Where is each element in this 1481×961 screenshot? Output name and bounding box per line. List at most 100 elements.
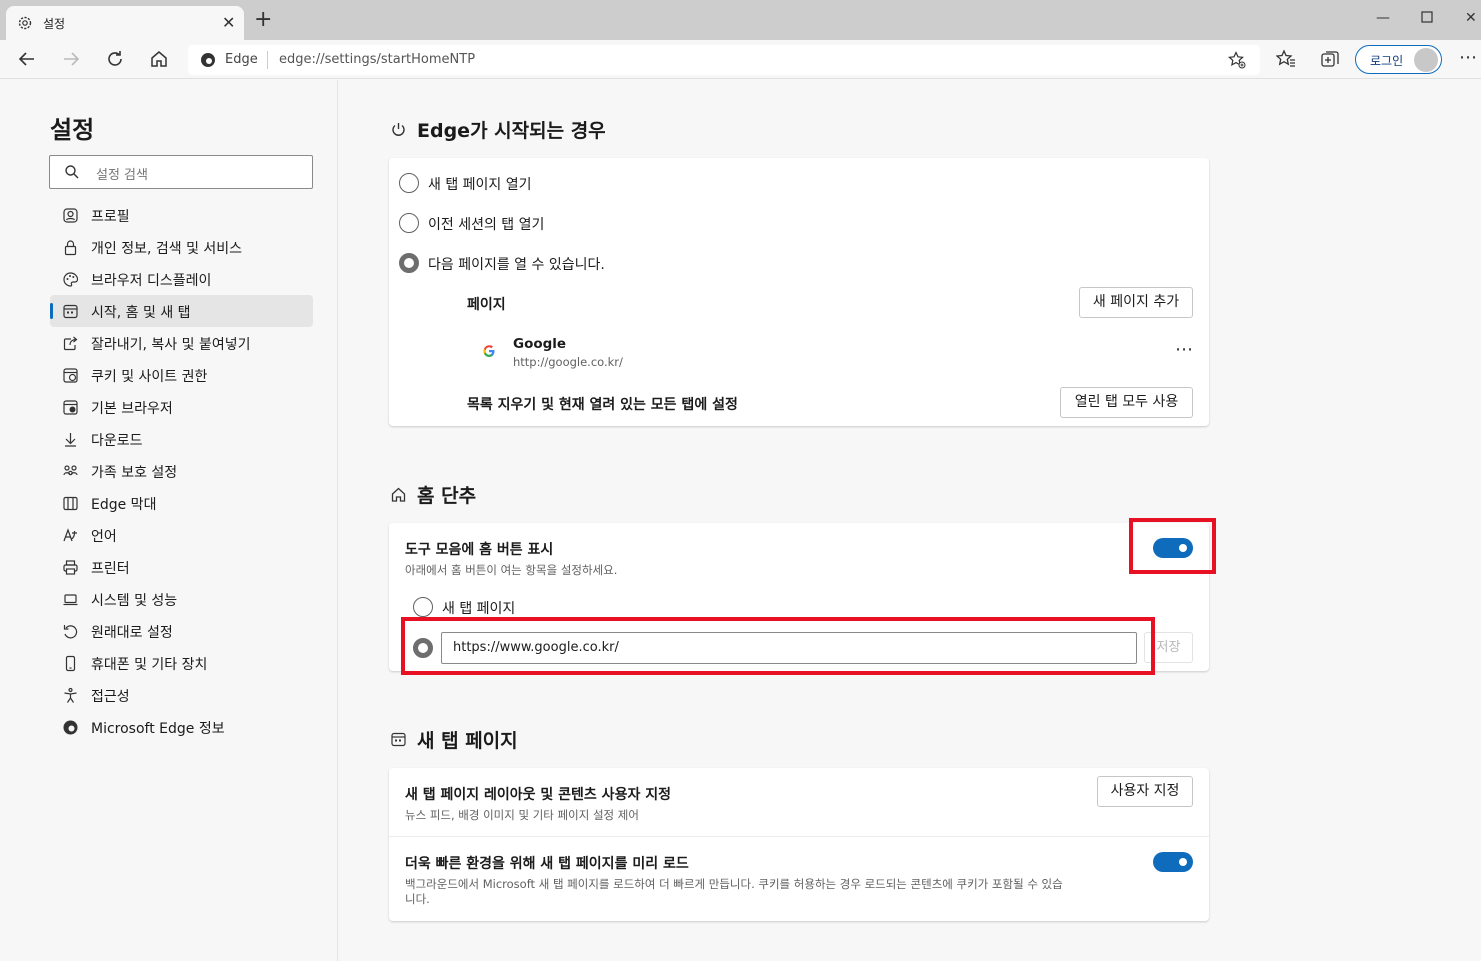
- sidebar-item-start-home-newtab[interactable]: 시작, 홈 및 새 탭: [50, 295, 313, 327]
- sidebar-item-label: 쿠키 및 사이트 권한: [91, 369, 208, 385]
- login-button[interactable]: 로그인: [1355, 45, 1442, 74]
- forward-arrow-icon[interactable]: [61, 49, 81, 69]
- startup-card: 새 탭 페이지 열기 이전 세션의 탭 열기 다음 페이지를 열 수 있습니다.…: [389, 158, 1209, 426]
- sidebar-item-accessibility[interactable]: 접근성: [50, 679, 313, 711]
- laptop-icon: [63, 594, 78, 606]
- startup-heading: Edge가 시작되는 경우: [417, 120, 606, 142]
- newtab-heading: 새 탭 페이지: [417, 730, 518, 752]
- page-url: http://google.co.kr/: [513, 355, 623, 369]
- browser-toolbar: Edge edge://settings/startHomeNTP 로그인 ⋯: [0, 40, 1481, 79]
- sidebar-item-system[interactable]: 시스템 및 성능: [50, 583, 313, 615]
- phone-icon: [65, 655, 76, 672]
- startup-option-label: 다음 페이지를 열 수 있습니다.: [428, 257, 605, 273]
- startup-radio-newtab[interactable]: [399, 173, 419, 193]
- close-window-icon[interactable]: ✕: [1465, 10, 1477, 26]
- home-radio-newtab[interactable]: [413, 597, 433, 617]
- sidebar-item-phone[interactable]: 휴대폰 및 기타 장치: [50, 647, 313, 679]
- settings-main: Edge가 시작되는 경우 새 탭 페이지 열기 이전 세션의 탭 열기 다음 …: [339, 80, 1481, 961]
- sidebar-item-privacy[interactable]: 개인 정보, 검색 및 서비스: [50, 231, 313, 263]
- highlight-box-url: [401, 617, 1155, 675]
- collections-icon[interactable]: [1320, 49, 1340, 69]
- more-options-icon[interactable]: ⋯: [1459, 47, 1477, 68]
- browser-tab[interactable]: 설정 ✕: [6, 6, 244, 40]
- google-favicon-icon: [483, 345, 495, 357]
- sidebar-item-appearance[interactable]: 브라우저 디스플레이: [50, 263, 313, 295]
- startup-radio-previous[interactable]: [399, 213, 419, 233]
- refresh-icon[interactable]: [105, 49, 125, 69]
- share-icon: [63, 336, 78, 351]
- back-arrow-icon[interactable]: [17, 49, 37, 69]
- home-option-label: 새 탭 페이지: [442, 601, 516, 617]
- newtab-card: 새 탭 페이지 레이아웃 및 콘텐츠 사용자 지정 뉴스 피드, 배경 이미지 …: [389, 768, 1209, 921]
- sidebar-item-language[interactable]: 언어: [50, 519, 313, 551]
- startup-radio-specific[interactable]: [399, 253, 419, 273]
- default-browser-icon: [63, 400, 78, 415]
- sidebar-item-label: 시스템 및 성능: [91, 593, 178, 609]
- profile-icon: [63, 208, 78, 223]
- sidebar-item-profile[interactable]: 프로필: [50, 199, 313, 231]
- edge-bar-icon: [63, 496, 78, 511]
- sidebar-item-reset[interactable]: 원래대로 설정: [50, 615, 313, 647]
- accessibility-icon: [64, 687, 77, 703]
- sidebar-item-label: 시작, 홈 및 새 탭: [91, 305, 191, 321]
- customize-button[interactable]: 사용자 지정: [1097, 776, 1193, 807]
- search-icon: [65, 165, 79, 179]
- startup-option-label: 새 탭 페이지 열기: [428, 177, 532, 193]
- customize-label: 새 탭 페이지 레이아웃 및 콘텐츠 사용자 지정: [405, 787, 671, 803]
- use-all-open-tabs-button[interactable]: 열린 탭 모두 사용: [1060, 387, 1193, 418]
- show-home-desc: 아래에서 홈 버튼이 여는 항목을 설정하세요.: [405, 563, 618, 577]
- sidebar-item-cookies[interactable]: 쿠키 및 사이트 권한: [50, 359, 313, 391]
- power-icon: [392, 123, 405, 136]
- sidebar-item-label: 가족 보호 설정: [91, 465, 178, 481]
- address-bar[interactable]: Edge edge://settings/startHomeNTP: [188, 45, 1260, 75]
- sidebar-item-about-edge[interactable]: Microsoft Edge 정보: [50, 711, 313, 743]
- sidebar-item-label: 휴대폰 및 기타 장치: [91, 657, 208, 673]
- preload-toggle[interactable]: [1153, 852, 1193, 872]
- sidebar-item-label: 기본 브라우저: [91, 401, 173, 417]
- address-url[interactable]: edge://settings/startHomeNTP: [279, 52, 475, 67]
- add-page-button[interactable]: 새 페이지 추가: [1079, 287, 1193, 318]
- favorites-icon[interactable]: [1276, 49, 1296, 69]
- more-actions-icon[interactable]: ⋯: [1175, 339, 1193, 360]
- startup-option-label: 이전 세션의 탭 열기: [428, 217, 545, 233]
- tab-title: 설정: [43, 17, 66, 31]
- minimize-icon[interactable]: —: [1376, 10, 1390, 26]
- sidebar-item-printers[interactable]: 프린터: [50, 551, 313, 583]
- download-icon: [65, 433, 76, 447]
- edge-logo-icon: [63, 720, 78, 735]
- page-name: Google: [513, 336, 567, 352]
- lock-icon: [64, 240, 77, 256]
- sidebar-item-label: Microsoft Edge 정보: [91, 721, 225, 737]
- close-tab-icon[interactable]: ✕: [222, 13, 235, 32]
- home-icon: [391, 487, 406, 502]
- sidebar-item-label: 원래대로 설정: [91, 625, 173, 641]
- new-tab-icon[interactable]: +: [254, 9, 272, 31]
- customize-desc: 뉴스 피드, 배경 이미지 및 기타 페이지 설정 제어: [405, 808, 639, 822]
- pages-label: 페이지: [467, 297, 506, 313]
- sidebar-item-family[interactable]: 가족 보호 설정: [50, 455, 313, 487]
- preload-desc: 백그라운드에서 Microsoft 새 탭 페이지를 로드하여 더 빠르게 만듭…: [405, 877, 1063, 891]
- preload-desc-cont: 니다.: [405, 892, 430, 906]
- avatar: [1414, 48, 1438, 72]
- add-favorite-icon[interactable]: [1228, 51, 1246, 69]
- cookie-icon: [63, 368, 78, 383]
- sidebar-item-edge-bar[interactable]: Edge 막대: [50, 487, 313, 519]
- family-icon: [63, 465, 78, 476]
- gear-icon: [18, 16, 32, 30]
- sidebar-item-label: 접근성: [91, 689, 130, 705]
- printer-icon: [63, 560, 78, 575]
- sidebar-item-label: 잘라내기, 복사 및 붙여넣기: [91, 337, 251, 353]
- sidebar-item-default-browser[interactable]: 기본 브라우저: [50, 391, 313, 423]
- maximize-icon[interactable]: [1421, 11, 1433, 27]
- settings-search-input[interactable]: 설정 검색: [49, 155, 313, 189]
- sidebar-item-share-copy-paste[interactable]: 잘라내기, 복사 및 붙여넣기: [50, 327, 313, 359]
- home-heading: 홈 단추: [417, 485, 477, 507]
- sidebar-item-label: 브라우저 디스플레이: [91, 273, 212, 289]
- search-placeholder: 설정 검색: [96, 168, 148, 183]
- reset-icon: [63, 625, 78, 639]
- sidebar-item-label: 프로필: [91, 209, 130, 225]
- address-separator: [267, 51, 268, 69]
- home-icon[interactable]: [149, 49, 169, 69]
- sidebar-item-downloads[interactable]: 다운로드: [50, 423, 313, 455]
- sidebar-item-label: 언어: [91, 529, 117, 545]
